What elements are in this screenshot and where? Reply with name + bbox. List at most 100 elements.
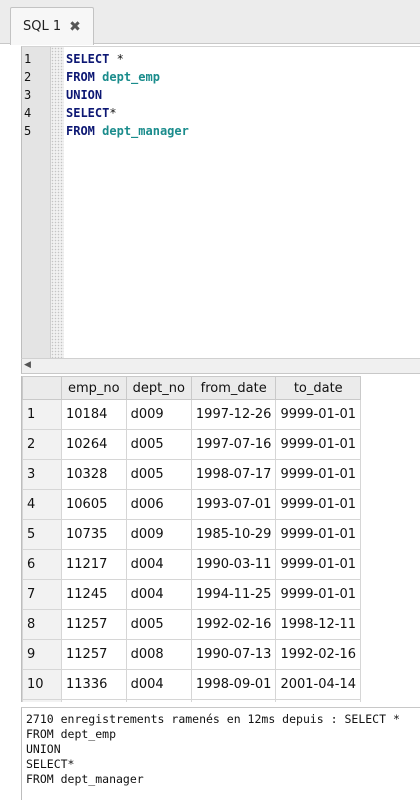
console-line: UNION <box>26 742 61 756</box>
cell-from-date[interactable] <box>190 699 277 702</box>
cell-to-date[interactable]: 9999-01-01 <box>275 579 362 610</box>
code-line: FROM dept_manager <box>66 122 189 140</box>
code-line: SELECT* <box>66 104 117 122</box>
row-number[interactable]: 11 <box>22 699 62 702</box>
table-row[interactable]: 8 11257 d005 1992-02-16 1998-12-11 <box>22 609 362 640</box>
cell-to-date[interactable]: 2001-04-14 <box>275 669 362 700</box>
sql-keyword: SELECT <box>66 52 110 66</box>
close-icon[interactable]: ✖ <box>69 20 81 34</box>
sql-table-name: dept_manager <box>102 124 189 138</box>
cell-dept-no[interactable]: d005 <box>125 429 192 460</box>
cell-emp-no[interactable]: 10605 <box>61 489 127 520</box>
column-header-emp-no[interactable]: emp_no <box>61 376 127 400</box>
cell-dept-no[interactable]: d005 <box>125 609 192 640</box>
cell-dept-no[interactable]: d009 <box>125 519 192 550</box>
cell-dept-no[interactable]: d004 <box>125 549 192 580</box>
code-line: FROM dept_emp <box>66 68 160 86</box>
cell-from-date[interactable]: 1994-11-25 <box>190 579 277 610</box>
cell-emp-no[interactable]: 10328 <box>61 459 127 490</box>
results-grid[interactable]: emp_no dept_no from_date to_date 1 10184 d… <box>21 376 420 702</box>
table-row[interactable]: 2 10264 d005 1997-07-16 9999-01-01 <box>22 429 362 460</box>
column-header-dept-no[interactable]: dept_no <box>125 376 192 400</box>
cell-from-date[interactable]: 1997-12-26 <box>190 399 277 430</box>
tab-sql-1[interactable]: SQL 1 ✖ <box>10 7 94 45</box>
row-number[interactable]: 8 <box>22 609 62 640</box>
sql-keyword: SELECT <box>66 106 110 120</box>
sql-keyword: UNION <box>66 88 103 102</box>
cell-dept-no[interactable]: d004 <box>125 669 192 700</box>
sql-keyword: FROM <box>66 124 95 138</box>
editor-horizontal-scrollbar[interactable]: ◀ <box>21 358 420 374</box>
cell-emp-no[interactable]: 11257 <box>61 609 127 640</box>
cell-to-date[interactable]: 9999-01-01 <box>275 489 362 520</box>
scroll-left-icon[interactable]: ◀ <box>24 360 31 370</box>
cell-from-date[interactable]: 1993-07-01 <box>190 489 277 520</box>
row-number[interactable]: 1 <box>22 399 62 430</box>
code-line: SELECT * <box>66 50 124 68</box>
sql-text: * <box>109 52 124 66</box>
cell-emp-no[interactable]: 11245 <box>61 579 127 610</box>
row-number[interactable]: 9 <box>22 639 62 670</box>
sql-text: * <box>109 106 117 120</box>
row-number[interactable]: 3 <box>22 459 62 490</box>
corner-cell[interactable] <box>22 376 62 400</box>
cell-from-date[interactable]: 1985-10-29 <box>190 519 277 550</box>
cell-emp-no[interactable]: 10735 <box>61 519 127 550</box>
cell-dept-no[interactable]: d004 <box>125 579 192 610</box>
cell-from-date[interactable]: 1998-07-17 <box>190 459 277 490</box>
cell-emp-no[interactable]: 10184 <box>61 399 127 430</box>
tab-label: SQL 1 <box>23 19 62 34</box>
code-line: UNION <box>66 86 102 104</box>
cell-from-date[interactable]: 1990-07-13 <box>190 639 277 670</box>
console-line: 2710 enregistrements ramenés en 12ms dep… <box>26 712 400 726</box>
sql-editor[interactable]: 1 SELECT * 2 FROM dept_emp 3 UNION 4 SELECT* 5 FR… <box>21 46 420 358</box>
cell-to-date[interactable]: 9999-01-01 <box>275 399 362 430</box>
cell-from-date[interactable]: 1997-07-16 <box>190 429 277 460</box>
cell-to-date[interactable]: 9999-01-01 <box>275 459 362 490</box>
cell-emp-no[interactable] <box>61 699 127 702</box>
cell-dept-no[interactable] <box>125 699 192 702</box>
cell-to-date[interactable]: 1998-12-11 <box>275 609 362 640</box>
table-row[interactable]: 5 10735 d009 1985-10-29 9999-01-01 <box>22 519 362 550</box>
table-row[interactable]: 7 11245 d004 1994-11-25 9999-01-01 <box>22 579 362 610</box>
cell-emp-no[interactable]: 11336 <box>61 669 127 700</box>
row-number[interactable]: 10 <box>22 669 62 700</box>
table-row[interactable]: 4 10605 d006 1993-07-01 9999-01-01 <box>22 489 362 520</box>
row-number[interactable]: 7 <box>22 579 62 610</box>
cell-emp-no[interactable]: 11217 <box>61 549 127 580</box>
sql-table-name: dept_emp <box>102 70 160 84</box>
fold-margin <box>51 47 64 358</box>
cell-dept-no[interactable]: d009 <box>125 399 192 430</box>
cell-to-date[interactable]: 9999-01-01 <box>275 429 362 460</box>
cell-dept-no[interactable]: d005 <box>125 459 192 490</box>
cell-emp-no[interactable]: 10264 <box>61 429 127 460</box>
row-number[interactable]: 6 <box>22 549 62 580</box>
cell-from-date[interactable]: 1992-02-16 <box>190 609 277 640</box>
cell-to-date[interactable]: 9999-01-01 <box>275 519 362 550</box>
cell-to-date[interactable] <box>275 699 362 702</box>
cell-dept-no[interactable]: d006 <box>125 489 192 520</box>
row-number[interactable]: 2 <box>22 429 62 460</box>
table-row[interactable]: 1 10184 d009 1997-12-26 9999-01-01 <box>22 399 362 430</box>
row-number[interactable]: 5 <box>22 519 62 550</box>
cell-to-date[interactable]: 1992-02-16 <box>275 639 362 670</box>
table-row[interactable]: 3 10328 d005 1998-07-17 9999-01-01 <box>22 459 362 490</box>
table-row[interactable]: 9 11257 d008 1990-07-13 1992-02-16 <box>22 639 362 670</box>
results-table: emp_no dept_no from_date to_date 1 10184 d… <box>22 376 362 702</box>
cell-dept-no[interactable]: d008 <box>125 639 192 670</box>
cell-from-date[interactable]: 1990-03-11 <box>190 549 277 580</box>
table-row[interactable]: 10 11336 d004 1998-09-01 2001-04-14 <box>22 669 362 700</box>
console-line: FROM dept_manager <box>26 772 144 786</box>
line-number: 2 <box>24 70 32 84</box>
cell-emp-no[interactable]: 11257 <box>61 639 127 670</box>
row-number[interactable]: 4 <box>22 489 62 520</box>
header-row: emp_no dept_no from_date to_date <box>22 376 362 400</box>
cell-to-date[interactable]: 9999-01-01 <box>275 549 362 580</box>
tab-bar: SQL 1 ✖ <box>0 0 420 45</box>
column-header-to-date[interactable]: to_date <box>275 376 362 400</box>
column-header-from-date[interactable]: from_date <box>190 376 277 400</box>
table-row[interactable]: 6 11217 d004 1990-03-11 9999-01-01 <box>22 549 362 580</box>
table-row[interactable]: 11 <box>22 699 362 702</box>
line-number: 1 <box>24 52 32 66</box>
cell-from-date[interactable]: 1998-09-01 <box>190 669 277 700</box>
